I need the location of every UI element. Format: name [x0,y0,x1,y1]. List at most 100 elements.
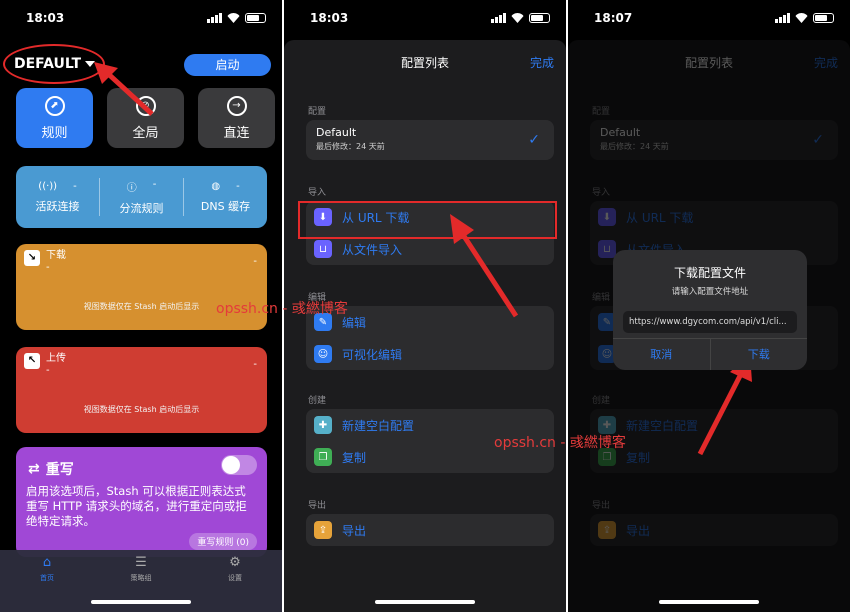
arrow-up-left-icon: ↖ [24,353,40,369]
cancel-button[interactable]: 取消 [613,339,711,370]
signal-icon [491,13,506,23]
stat-value: - [73,180,77,192]
tab-label: 设置 [228,574,242,582]
section-create: 创建 [592,396,611,406]
sliders-icon: ☰ [135,555,147,570]
tab-label: 策略组 [130,574,152,582]
gear-icon: ⚙ [229,555,241,570]
status-bar: 18:03 [284,0,566,36]
default-config-row[interactable]: Default 最后修改：24 天前 ✓ [306,120,554,160]
home-indicator [91,600,191,604]
row-label: 导出 [342,523,367,538]
tray-icon: ⊔ [314,240,332,258]
sheet-title: 配置列表 [684,56,733,70]
card-title: 下载 [46,250,66,261]
config-group: Default 最后修改：24 天前 ✓ [590,120,838,160]
row-label: 从文件导入 [342,242,403,257]
antenna-icon: ((·)) [38,180,58,192]
config-modified: 最后修改：24 天前 [600,142,669,151]
arrow-right-circle-icon: → [226,95,247,116]
checkmark-icon: ✓ [812,132,824,148]
section-import: 导入 [308,188,327,198]
config-url-input[interactable]: https://www.dgycom.com/api/v1/cli... [623,311,797,333]
stat-rules: ⓘ - 分流规则 [100,178,184,216]
row-label: 新建空白配置 [626,418,699,433]
section-export: 导出 [592,501,611,511]
annotation-highlight-box [298,201,557,239]
card-message: 视图数据仅在 Stash 启动后显示 [83,405,200,414]
watermark-text: opssh.cn - 彧繎博客 [216,301,348,317]
section-create: 创建 [308,396,327,406]
rewrite-toggle[interactable] [221,455,257,475]
mode-direct-button[interactable]: → 直连 [198,88,275,148]
rewrite-icon: ⇄ [28,461,40,477]
stat-label: DNS 缓存 [200,199,251,213]
config-name: Default [316,126,357,139]
section-import: 导入 [592,188,611,198]
download-icon: ⬇ [598,208,616,226]
phone-download-dialog: 18:07 配置列表 完成 配置 Default 最后修改：24 天前 ✓ 导入… [568,0,850,612]
section-config: 配置 [592,107,611,117]
wifi-icon [227,13,240,23]
rewrite-description: 启用该选项后，Stash 可以根据正则表达式重写 HTTP 请求头的域名，进行重… [26,484,247,528]
export-row[interactable]: ⇪ 导出 [306,514,554,546]
watermark-text: opssh.cn - 彧繎博客 [494,435,626,451]
visual-edit-row[interactable]: ☺ 可视化编辑 [306,338,554,370]
done-button[interactable]: 完成 [530,54,554,71]
card-value: - [253,359,257,370]
export-group: ⇪ 导出 [306,514,554,546]
new-document-icon: ✚ [314,416,332,434]
download-config-dialog: 下载配置文件 请输入配置文件地址 https://www.dgycom.com/… [613,250,807,370]
default-config-row[interactable]: Default 最后修改：24 天前 ✓ [590,120,838,160]
card-title: 上传 [46,353,66,364]
row-label: 从 URL 下载 [626,210,694,225]
mode-rule-button[interactable]: ⬈ 规则 [16,88,93,148]
stat-dns-cache: ◍ - DNS 缓存 [184,178,267,216]
done-button[interactable]: 完成 [814,54,838,71]
stat-value: - [152,178,157,190]
tab-settings[interactable]: ⚙ 设置 [205,556,265,612]
compass-icon: ⬈ [44,95,65,116]
row-label: 导出 [626,523,651,538]
stats-card[interactable]: ((·)) - 活跃连接 ⓘ - 分流规则 ◍ - DNS 缓存 [16,166,267,228]
share-icon: ⇪ [598,521,616,539]
info-circle-icon: ⓘ [126,182,137,194]
card-subtitle: - [46,365,50,376]
annotation-arrow [94,62,154,116]
share-icon: ⇪ [314,521,332,539]
dialog-title: 下载配置文件 [673,266,746,280]
card-value: - [253,256,257,267]
tab-home[interactable]: ⌂ 首页 [17,556,77,612]
stat-label: 分流规则 [119,201,164,215]
status-time: 18:03 [26,11,65,25]
export-row[interactable]: ⇪ 导出 [590,514,838,546]
card-subtitle: - [46,262,50,273]
export-group: ⇪ 导出 [590,514,838,546]
download-button[interactable]: 下载 [711,339,808,370]
battery-icon [529,13,550,23]
mode-label: 规则 [41,125,68,141]
config-name: Default [600,126,641,139]
mode-label: 全局 [132,125,159,141]
signal-icon [775,13,790,23]
battery-icon [813,13,834,23]
rewrite-title: 重写 [45,462,74,478]
home-indicator [375,600,475,604]
tray-icon: ⊔ [598,240,616,258]
status-time: 18:03 [310,11,349,25]
section-config: 配置 [308,107,327,117]
home-indicator [659,600,759,604]
upload-card[interactable]: ↖ 上传 - - 视图数据仅在 Stash 启动后显示 [16,347,267,433]
arrow-down-left-icon: ↘ [24,250,40,266]
copy-icon: ❐ [314,448,332,466]
download-from-url-row[interactable]: ⬇ 从 URL 下载 [590,201,838,233]
section-export: 导出 [308,501,327,511]
rewrite-rules-button[interactable]: 重写规则 (0) [189,533,257,550]
row-label: 新建空白配置 [342,418,415,433]
sheet-title: 配置列表 [400,56,449,70]
row-label: 复制 [626,450,651,465]
row-label: 可视化编辑 [342,347,403,362]
row-label: 复制 [342,450,367,465]
stat-label: 活跃连接 [35,199,80,213]
start-button[interactable]: 启动 [184,54,271,76]
